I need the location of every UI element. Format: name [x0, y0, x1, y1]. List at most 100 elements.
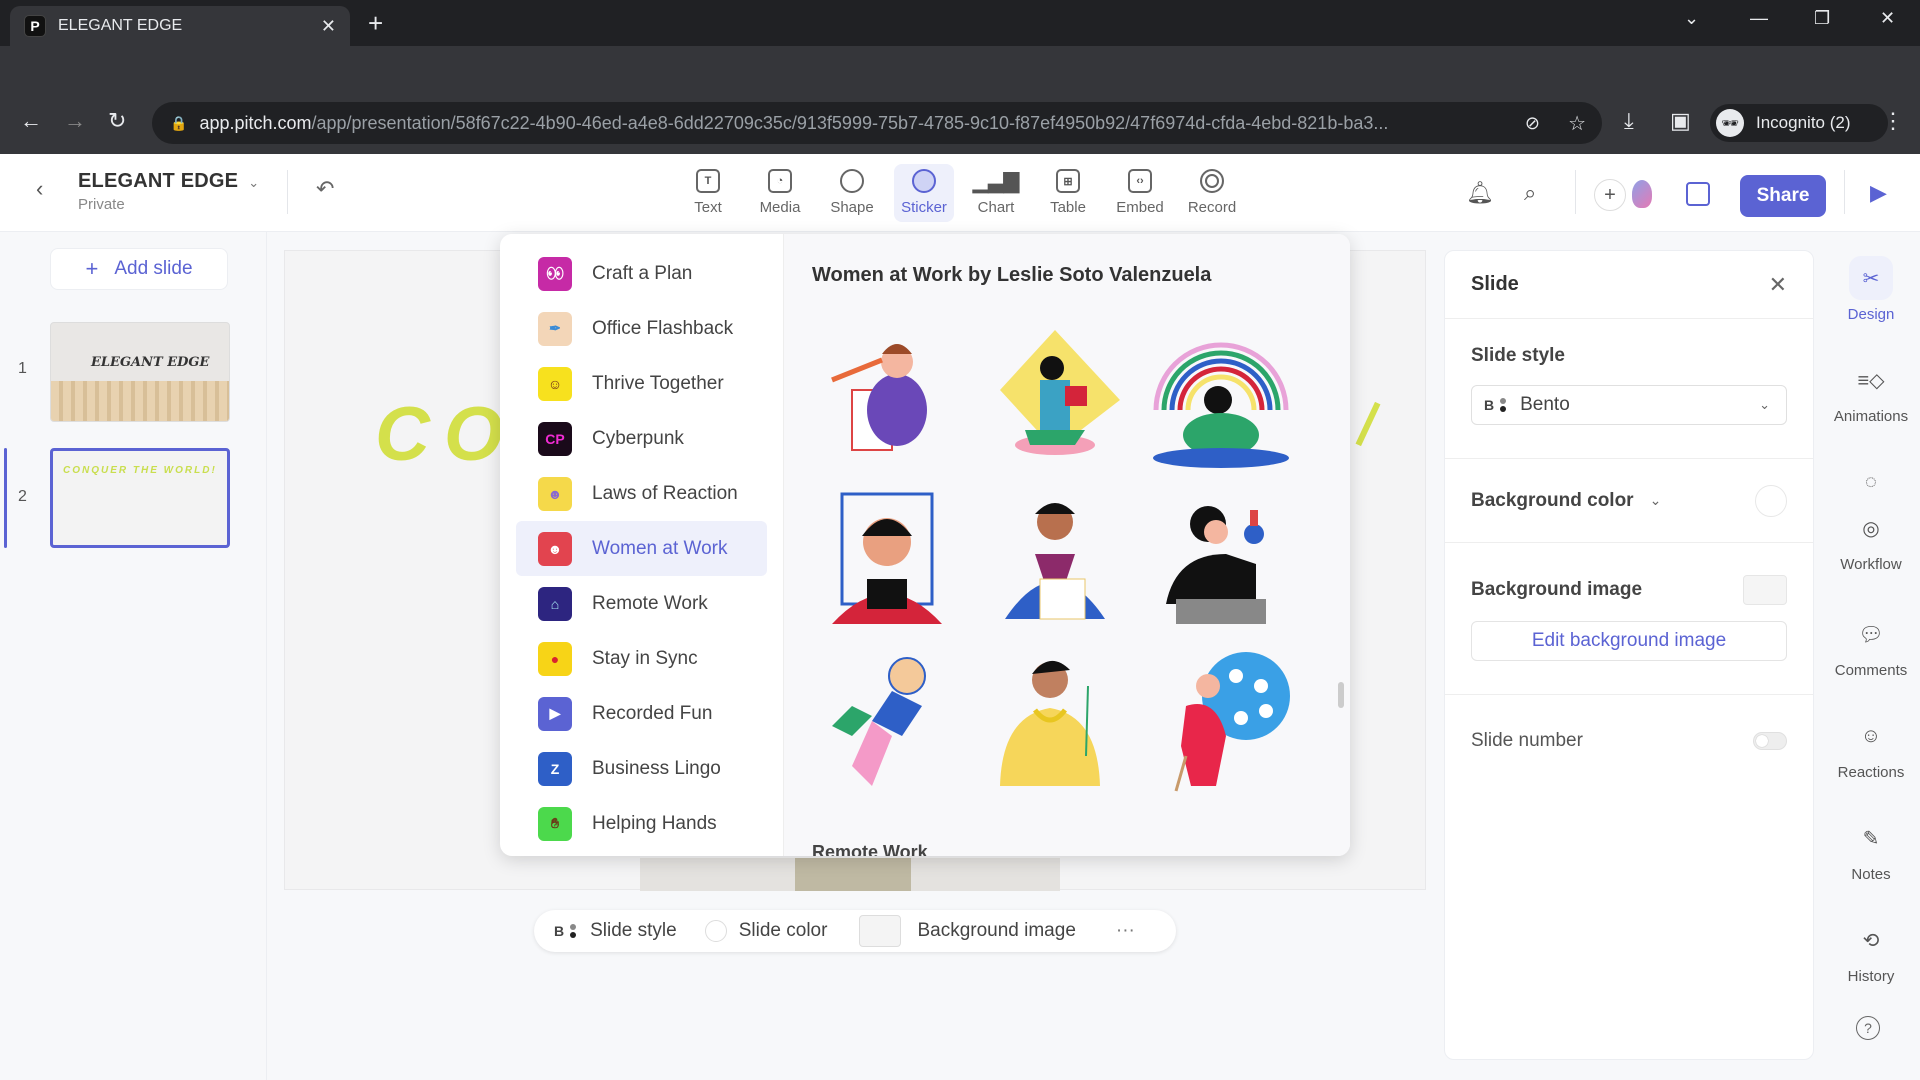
embed-icon: ‹›	[1128, 169, 1152, 193]
category-recorded-fun[interactable]: ▶ Recorded Fun	[516, 686, 767, 741]
divider	[1844, 170, 1845, 214]
tool-text[interactable]: T Text	[678, 164, 738, 222]
tool-chart[interactable]: ▁▃▇ Chart	[966, 164, 1026, 222]
background-color-swatch[interactable]	[1755, 484, 1787, 517]
style-letter-icon: B	[1484, 397, 1495, 413]
lamp-base-image	[795, 858, 911, 891]
incognito-profile-button[interactable]: 🕶 Incognito (2)	[1710, 104, 1888, 142]
comments-icon: 💬︎	[1858, 623, 1884, 646]
sticker-woman-reading-book[interactable]	[980, 320, 1130, 470]
gallery-scrollbar[interactable]	[1338, 682, 1344, 708]
category-remote-work[interactable]: ⌂ Remote Work	[516, 576, 767, 631]
chevron-down-icon[interactable]: ⌄	[248, 175, 259, 190]
sticker-woman-painting-circle[interactable]	[1146, 646, 1296, 796]
rail-comments[interactable]: 💬︎ Comments	[1822, 612, 1920, 680]
slide-thumbnail-2[interactable]: CONQUER THE WORLD!	[50, 448, 230, 548]
history-icon: ⟲	[1862, 929, 1880, 952]
category-business-lingo[interactable]: Z Business Lingo	[516, 741, 767, 796]
minimize-icon[interactable]: —	[1750, 8, 1768, 29]
rail-notes[interactable]: ✎ Notes	[1822, 816, 1920, 884]
tab-search-chevron-icon[interactable]: ⌄	[1684, 8, 1699, 29]
browser-tab[interactable]: P ELEGANT EDGE ✕	[10, 6, 350, 46]
edit-background-image-button[interactable]: Edit background image	[1471, 621, 1787, 661]
category-label: Cyberpunk	[592, 427, 684, 449]
window-close-icon[interactable]: ✕	[1880, 8, 1895, 29]
reactions-icon: ☺	[1860, 724, 1882, 747]
category-craft-a-plan[interactable]: 👀︎ Craft a Plan	[516, 246, 767, 301]
download-icon[interactable]: ⤓	[1624, 108, 1634, 134]
analytics-icon[interactable]	[1686, 182, 1710, 206]
background-color-label[interactable]: Background color	[1471, 490, 1634, 512]
tool-label: Text	[694, 199, 722, 216]
pencils-image	[51, 381, 229, 421]
rail-label: Reactions	[1837, 764, 1905, 781]
background-image-thumb[interactable]	[1743, 575, 1787, 605]
sticker-woman-portrait-frame[interactable]	[812, 484, 962, 634]
invite-plus-button[interactable]: +	[1594, 179, 1626, 211]
tool-shape[interactable]: Shape	[822, 164, 882, 222]
sticker-woman-writing-list[interactable]	[812, 320, 962, 470]
category-stay-in-sync[interactable]: ● Stay in Sync	[516, 631, 767, 686]
rail-history[interactable]: ⟲ History	[1822, 918, 1920, 986]
share-button[interactable]: Share	[1740, 175, 1826, 217]
panel-title: Slide	[1471, 273, 1519, 295]
category-women-at-work[interactable]: ☻ Women at Work	[516, 521, 767, 576]
slide-headline[interactable]: CO	[375, 391, 517, 478]
undo-icon[interactable]: ↶	[316, 176, 334, 202]
present-play-icon[interactable]: ▶	[1870, 180, 1887, 206]
notifications-bell-icon[interactable]: 🔔︎	[1466, 180, 1494, 206]
sidebar-icon[interactable]: ▣	[1670, 108, 1691, 134]
plus-icon: +	[85, 256, 99, 281]
category-label: Craft a Plan	[592, 262, 693, 284]
category-office-flashback[interactable]: ✒ Office Flashback	[516, 301, 767, 356]
tool-table[interactable]: ⊞ Table	[1038, 164, 1098, 222]
slide-color-button[interactable]: Slide color	[739, 920, 828, 942]
category-helping-hands[interactable]: ✋︎ Helping Hands	[516, 796, 767, 851]
rail-animations[interactable]: ≡◇ Animations	[1822, 358, 1920, 426]
category-cyberpunk[interactable]: CP Cyberpunk	[516, 411, 767, 466]
category-laws-of-reaction[interactable]: ☻ Laws of Reaction	[516, 466, 767, 521]
reload-icon[interactable]: ↻	[108, 108, 126, 134]
browser-menu-icon[interactable]: ⋮	[1882, 108, 1904, 134]
more-options-icon[interactable]: ···	[1116, 920, 1135, 942]
background-image-button[interactable]: Background image	[917, 920, 1075, 942]
rail-workflow[interactable]: ◌ ◎ Workflow	[1822, 460, 1920, 574]
close-panel-icon[interactable]: ✕	[1769, 272, 1787, 298]
chevron-down-icon[interactable]: ⌄	[1650, 492, 1662, 509]
presentation-title[interactable]: ELEGANT EDGE ⌄	[78, 170, 259, 193]
slide-thumbnail-1[interactable]: ELEGANT EDGE	[50, 322, 230, 422]
url-input[interactable]: 🔒 app.pitch.com /app/presentation/58f67c…	[152, 102, 1602, 144]
sticker-woman-astronaut-diver[interactable]	[812, 646, 962, 796]
rail-reactions[interactable]: ☺ Reactions	[1822, 714, 1920, 782]
avatar[interactable]	[1632, 180, 1652, 208]
eye-off-icon[interactable]: ⊘	[1525, 113, 1540, 134]
forward-icon[interactable]: →	[64, 108, 86, 134]
sticker-woman-presenting-chart[interactable]	[980, 484, 1130, 634]
category-label: Helping Hands	[592, 812, 717, 834]
divider	[1575, 170, 1576, 214]
animations-icon: ≡◇	[1857, 369, 1885, 392]
tool-record[interactable]: Record	[1182, 164, 1242, 222]
tool-label: Chart	[977, 199, 1015, 216]
back-icon[interactable]: ←	[20, 108, 42, 134]
help-icon[interactable]: ?	[1856, 1016, 1880, 1040]
new-tab-icon[interactable]: +	[368, 8, 383, 39]
slide-style-button[interactable]: Slide style	[590, 920, 677, 942]
slide-number-toggle[interactable]	[1753, 732, 1787, 750]
slide-style-dropdown[interactable]: B Bento ⌄	[1471, 385, 1787, 425]
sticker-woman-scientist-flask[interactable]	[1146, 484, 1296, 634]
close-tab-icon[interactable]: ✕	[321, 16, 336, 37]
sticker-woman-holding-flowers[interactable]	[980, 646, 1130, 796]
tool-sticker[interactable]: Sticker	[894, 164, 954, 222]
tool-media[interactable]: ◔ Media	[750, 164, 810, 222]
tool-embed[interactable]: ‹› Embed	[1110, 164, 1170, 222]
rail-design[interactable]: ✂ Design	[1822, 256, 1920, 323]
search-icon[interactable]: ⌕	[1524, 180, 1536, 206]
category-thrive-together[interactable]: ☺ Thrive Together	[516, 356, 767, 411]
sticker-woman-rainbow[interactable]	[1146, 320, 1296, 470]
add-slide-button[interactable]: + Add slide	[50, 248, 228, 290]
bookmark-star-icon[interactable]: ☆	[1568, 111, 1586, 136]
restore-icon[interactable]: ❐	[1814, 8, 1830, 29]
tool-label: Record	[1187, 199, 1237, 216]
back-to-dashboard-icon[interactable]: ‹	[36, 176, 43, 202]
